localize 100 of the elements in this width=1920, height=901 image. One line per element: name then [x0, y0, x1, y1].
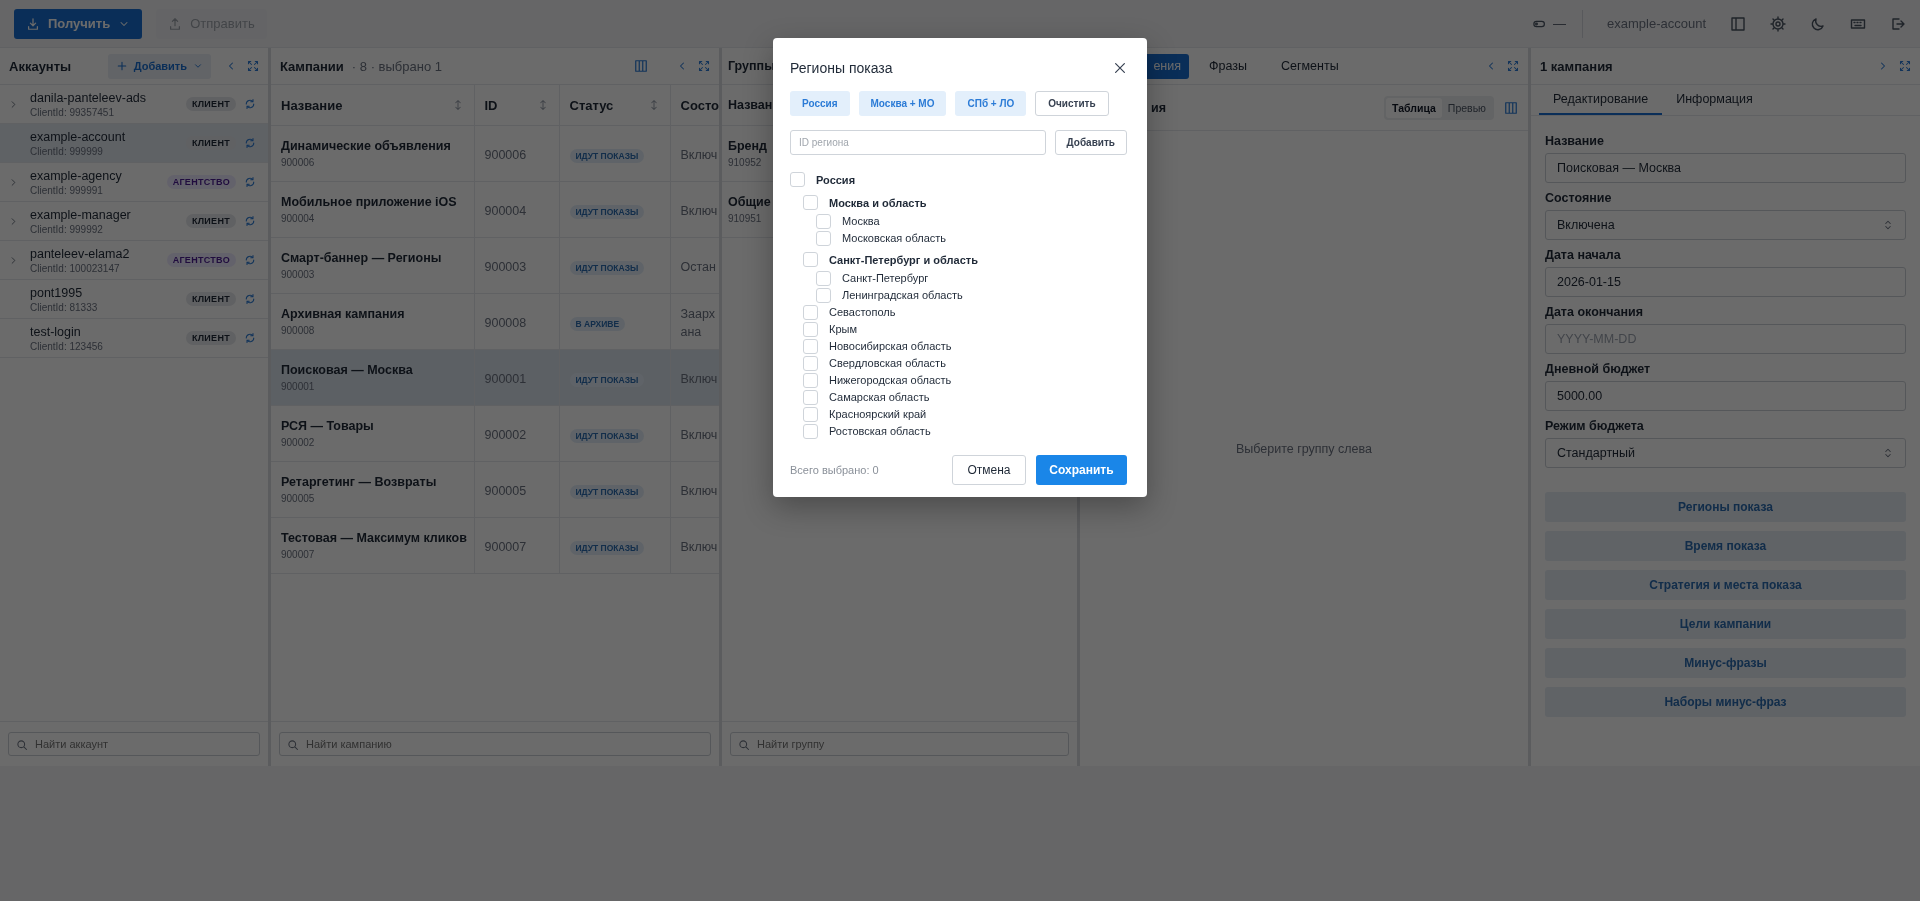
refresh-icon[interactable] [244, 137, 256, 149]
status-tag: ИДУТ ПОКАЗЫ [569, 204, 645, 219]
tab[interactable]: Сегменты [1267, 53, 1353, 79]
campaign-name[interactable]: Тестовая — Максимум кликов [281, 531, 467, 545]
text-field[interactable]: 2026-01-15 [1545, 267, 1906, 297]
expand-icon[interactable] [698, 60, 710, 72]
view-toggle[interactable]: Таблица [1386, 97, 1442, 118]
action-button[interactable]: Регионы показа [1545, 492, 1906, 522]
column-header[interactable]: ID [484, 97, 498, 113]
refresh-icon[interactable] [244, 98, 256, 110]
refresh-icon[interactable] [244, 332, 256, 344]
selection-count: · 8 · выбрано 1 [351, 58, 442, 74]
column-header[interactable]: Статус [569, 97, 614, 113]
checkbox[interactable] [803, 389, 818, 405]
campaign-name[interactable]: Мобильное приложение iOS [281, 195, 457, 209]
tab[interactable]: Редактирование [1539, 85, 1663, 115]
checkbox[interactable] [803, 304, 818, 320]
plus-icon [115, 60, 128, 72]
clear-button[interactable]: Очистить [1035, 90, 1109, 116]
checkbox[interactable] [816, 270, 831, 286]
checkbox[interactable] [803, 195, 818, 210]
action-button[interactable]: Время показа [1545, 531, 1906, 561]
client-id: ClientId: 123456 [30, 340, 104, 352]
campaign-name[interactable]: Смарт-баннер — Регионы [281, 251, 442, 265]
refresh-icon[interactable] [244, 215, 256, 227]
action-button[interactable]: Стратегия и места показа [1545, 570, 1906, 600]
checkbox[interactable] [790, 172, 805, 187]
tab[interactable]: Фразы [1195, 53, 1261, 79]
preset-button[interactable]: Москва + МО [858, 90, 947, 116]
refresh-icon[interactable] [244, 293, 256, 305]
action-button[interactable]: Цели кампании [1545, 609, 1906, 639]
cancel-button[interactable]: Отмена [952, 454, 1026, 485]
checkbox[interactable] [816, 287, 831, 303]
expand-icon[interactable] [1507, 60, 1519, 72]
account-type-tag: КЛИЕНТ [185, 331, 236, 345]
account-row[interactable]: example-agency ClientId: 999991 АГЕНТСТВО [0, 163, 268, 202]
campaign-name[interactable]: Поисковая — Москва [281, 363, 413, 377]
group-name[interactable]: Бренд [728, 139, 768, 153]
checkbox[interactable] [803, 423, 818, 439]
account-row[interactable]: example-manager ClientId: 999992 КЛИЕНТ [0, 202, 268, 241]
refresh-icon[interactable] [244, 176, 256, 188]
account-row[interactable]: test-login ClientId: 123456 КЛИЕНТ [0, 319, 268, 358]
columns-icon[interactable] [634, 59, 648, 73]
checkbox[interactable] [803, 338, 818, 354]
column-header[interactable]: Название [281, 97, 343, 113]
add-button[interactable]: Добавить [1054, 129, 1127, 155]
account-row[interactable]: pont1995 ClientId: 81333 КЛИЕНТ [0, 280, 268, 319]
field-label: Дата окончания [1545, 305, 1645, 319]
search-field[interactable]: Найти группу [730, 732, 1069, 756]
preset-button[interactable]: Россия [790, 90, 850, 116]
checkbox[interactable] [816, 230, 831, 246]
tab[interactable]: Информация [1662, 85, 1767, 115]
columns-icon[interactable] [1504, 100, 1518, 115]
column-header[interactable]: Состо [680, 97, 719, 113]
checkbox[interactable] [803, 355, 818, 371]
refresh-icon[interactable] [244, 254, 256, 266]
campaign-name[interactable]: Ретаргетинг — Возвраты [281, 475, 437, 489]
select-field[interactable]: Включена [1545, 210, 1906, 240]
action-button[interactable]: Наборы минус-фраз [1545, 687, 1906, 717]
get-button[interactable]: Получить [14, 8, 143, 39]
account-type-tag: АГЕНТСТВО [166, 253, 236, 267]
sidebar-icon[interactable] [1730, 15, 1746, 32]
expand-icon[interactable] [247, 60, 259, 72]
region-id-field[interactable]: ID региона [790, 129, 1046, 155]
moon-button[interactable] [1810, 15, 1826, 32]
table-cell: Включ [680, 539, 718, 554]
add-button[interactable]: Добавить [107, 53, 211, 79]
logout-button[interactable] [1890, 15, 1906, 32]
close-button[interactable] [1113, 60, 1127, 75]
save-button[interactable]: Сохранить [1036, 454, 1127, 485]
region-label: Самарская область [829, 391, 930, 403]
column-header[interactable]: Назван [728, 98, 773, 112]
account-login: panteleev-elama2 [30, 246, 131, 261]
account-login: example-agency [30, 168, 123, 183]
search-field[interactable]: Найти кампанию [279, 732, 711, 756]
view-toggle[interactable]: Превью [1441, 97, 1492, 118]
text-field[interactable]: 5000.00 [1545, 381, 1906, 411]
settings-icon[interactable] [1770, 15, 1786, 32]
action-button[interactable]: Минус-фразы [1545, 648, 1906, 678]
campaign-name[interactable]: Динамические объявления [281, 139, 451, 153]
search-field[interactable]: Найти аккаунт [8, 732, 260, 756]
checkbox[interactable] [803, 406, 818, 422]
text-field[interactable]: Поисковая — Москва [1545, 153, 1906, 183]
checkbox[interactable] [803, 372, 818, 388]
campaign-name[interactable]: РСЯ — Товары [281, 419, 374, 433]
group-name[interactable]: Общие [728, 195, 771, 209]
expand-icon[interactable] [1899, 60, 1911, 72]
preset-button[interactable]: СПб + ЛО [955, 90, 1027, 116]
panel-title: Кампании [280, 58, 344, 74]
campaign-id: 900006 [281, 157, 315, 168]
campaign-name[interactable]: Архивная кампания [281, 307, 405, 321]
account-type-tag: КЛИЕНТ [185, 97, 236, 111]
account-name: example-account [1607, 16, 1706, 31]
checkbox[interactable] [803, 252, 818, 267]
checkbox[interactable] [803, 321, 818, 337]
client-id: ClientId: 999991 [30, 184, 104, 196]
checkbox[interactable] [816, 213, 831, 229]
select-field[interactable]: Стандартный [1545, 438, 1906, 468]
search-icon [287, 739, 299, 751]
account-row[interactable]: panteleev-elama2 ClientId: 100023147 АГЕНТСТВО [0, 241, 268, 280]
